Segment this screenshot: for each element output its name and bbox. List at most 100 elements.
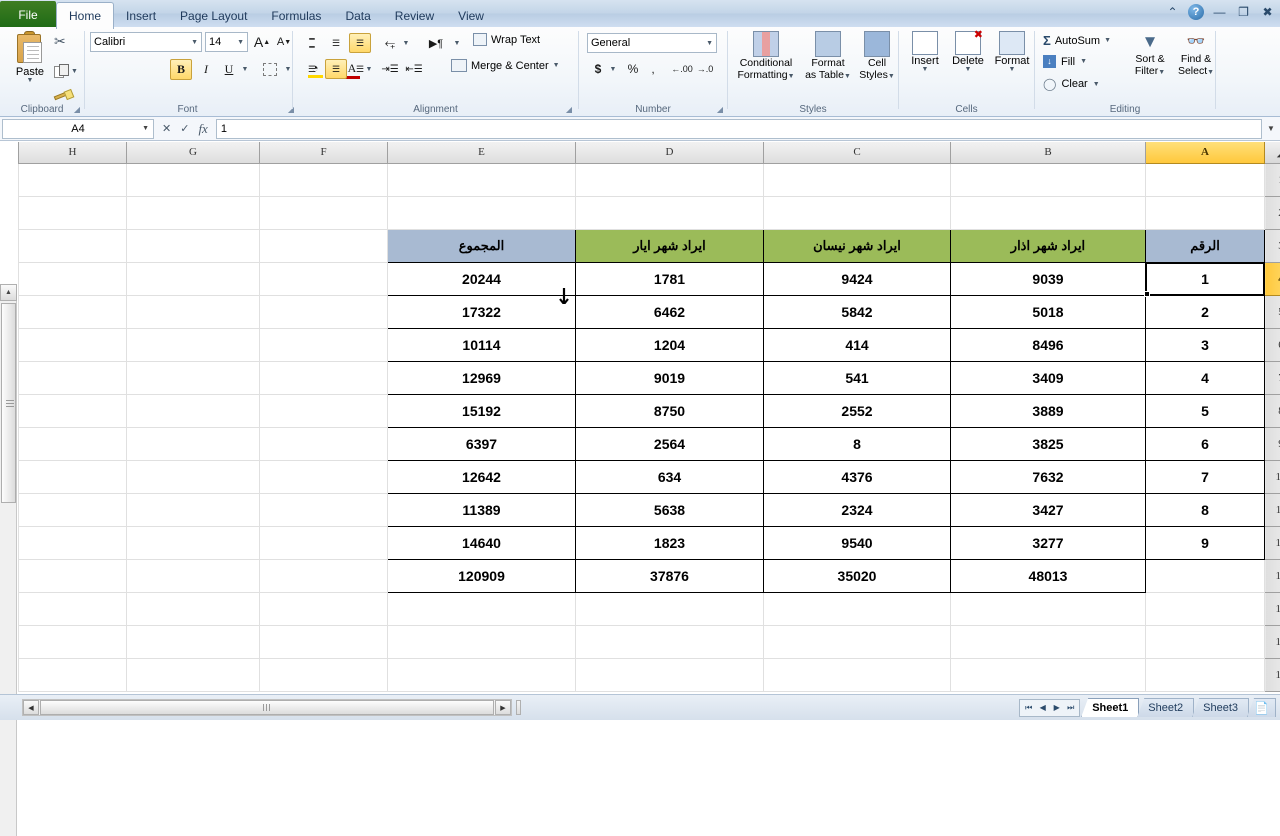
text-direction-button[interactable]: ▶¶ [423, 33, 449, 53]
font-size-input[interactable]: 14 ▼ [205, 32, 248, 52]
restore-icon[interactable]: ❐ [1235, 4, 1252, 20]
clear-button[interactable]: ◯ Clear ▼ [1043, 77, 1100, 91]
row-header-9[interactable]: 9 [1265, 427, 1280, 460]
cell-D3-may-header[interactable]: ايراد شهر ايار [576, 229, 764, 262]
cell-B6-march[interactable]: 8496 [951, 328, 1146, 361]
cell-E10-total[interactable]: 12642 [388, 460, 576, 493]
chevron-down-icon[interactable]: ▼ [905, 67, 945, 73]
chevron-down-icon[interactable]: ▼ [71, 68, 78, 75]
paste-button[interactable]: Paste ▼ [8, 31, 52, 84]
tab-view[interactable]: View [446, 4, 496, 28]
find-select-button[interactable]: 👓 Find & Select▼ [1173, 31, 1219, 79]
cell-E1[interactable] [388, 163, 576, 196]
accounting-format-button[interactable]: $ [589, 59, 607, 79]
cell-F14[interactable] [260, 592, 388, 625]
italic-button[interactable]: I [195, 59, 217, 80]
cell-H1[interactable] [19, 163, 127, 196]
row-header-13[interactable]: 13 [1265, 559, 1280, 592]
previous-sheet-icon[interactable]: ◀ [1036, 703, 1049, 712]
cell-E12-total[interactable]: 14640 [388, 526, 576, 559]
cell-D7-may[interactable]: 9019 [576, 361, 764, 394]
cell-D4-may[interactable]: 1781 [576, 262, 764, 295]
row-header-15[interactable]: 15 [1265, 625, 1280, 658]
cell-C15[interactable] [764, 625, 951, 658]
copy-button[interactable]: ▼ [54, 59, 88, 83]
cell-F7[interactable] [260, 361, 388, 394]
table-row-totals[interactable]: 120909 37876 35020 48013 13 [19, 559, 1280, 592]
cell-E15[interactable] [388, 625, 576, 658]
sheet-tab-sheet3[interactable]: Sheet3 [1192, 698, 1249, 717]
cell-C11-april[interactable]: 2324 [764, 493, 951, 526]
cell-styles-button[interactable]: Cell Styles▼ [856, 31, 898, 83]
vertical-scrollbar[interactable]: ▲ [0, 284, 17, 836]
cell-C5-april[interactable]: 5842 [764, 295, 951, 328]
column-header-b[interactable]: B [951, 142, 1146, 163]
cell-E9-total[interactable]: 6397 [388, 427, 576, 460]
increase-indent-button[interactable]: ⇤☰ [403, 59, 425, 79]
cell-H4[interactable] [19, 262, 127, 295]
cell-E14[interactable] [388, 592, 576, 625]
cell-F13[interactable] [260, 559, 388, 592]
cell-H3[interactable] [19, 229, 127, 262]
cell-B2[interactable] [951, 196, 1146, 229]
last-sheet-icon[interactable]: ⏭ [1064, 703, 1077, 713]
vertical-scroll-thumb[interactable] [1, 303, 16, 503]
row-header-5[interactable]: 5 [1265, 295, 1280, 328]
cell-H16[interactable] [19, 658, 127, 691]
grow-font-button[interactable]: A▲ [252, 32, 272, 52]
horizontal-scrollbar[interactable]: ◀ ▶ [22, 699, 512, 716]
row-3[interactable]: المجموع ايراد شهر ايار ايراد شهر نيسان ا… [19, 229, 1280, 262]
first-sheet-icon[interactable]: ⏮ [1022, 703, 1035, 713]
cell-H11[interactable] [19, 493, 127, 526]
column-header-c[interactable]: C [764, 142, 951, 163]
sheet-table[interactable]: H G F E D C B A ◢ 1 [18, 142, 1280, 692]
cell-B15[interactable] [951, 625, 1146, 658]
split-handle[interactable] [516, 700, 521, 715]
chevron-down-icon[interactable]: ▼ [142, 125, 149, 132]
chevron-down-icon[interactable]: ▼ [553, 62, 560, 69]
chevron-down-icon[interactable]: ▼ [706, 40, 713, 47]
row-header-1[interactable]: 1 [1265, 163, 1280, 196]
conditional-formatting-button[interactable]: Conditional Formatting▼ [732, 31, 800, 83]
chevron-down-icon[interactable]: ▼ [1080, 58, 1087, 65]
cell-B3-march-header[interactable]: ايراد شهر اذار [951, 229, 1146, 262]
percent-format-button[interactable]: % [623, 59, 643, 79]
cell-C16[interactable] [764, 658, 951, 691]
cell-G7[interactable] [127, 361, 260, 394]
cell-G4[interactable] [127, 262, 260, 295]
cell-A8-number[interactable]: 5 [1146, 394, 1265, 427]
row-header-11[interactable]: 11 [1265, 493, 1280, 526]
cell-F4[interactable] [260, 262, 388, 295]
align-middle-button[interactable]: ☰ [325, 33, 347, 53]
table-row[interactable]: 17322 6462 5842 5018 2 5 [19, 295, 1280, 328]
underline-dropdown[interactable]: ▼ [239, 59, 251, 80]
cell-H7[interactable] [19, 361, 127, 394]
row-header-10[interactable]: 10 [1265, 460, 1280, 493]
align-left-button[interactable]: ☰ [301, 59, 323, 79]
cell-E3-total-header[interactable]: المجموع [388, 229, 576, 262]
cell-H15[interactable] [19, 625, 127, 658]
column-header-g[interactable]: G [127, 142, 260, 163]
row-1[interactable]: 1 [19, 163, 1280, 196]
chevron-down-icon[interactable]: ▼ [8, 78, 52, 84]
cell-G12[interactable] [127, 526, 260, 559]
cell-G14[interactable] [127, 592, 260, 625]
row-header-7[interactable]: 7 [1265, 361, 1280, 394]
cell-B1[interactable] [951, 163, 1146, 196]
chevron-down-icon[interactable]: ▼ [947, 67, 989, 73]
row-2[interactable]: 2 [19, 196, 1280, 229]
cell-G10[interactable] [127, 460, 260, 493]
cell-A16[interactable] [1146, 658, 1265, 691]
number-format-select[interactable]: General ▼ [587, 33, 717, 53]
table-row[interactable]: 14640 1823 9540 3277 9 12 [19, 526, 1280, 559]
table-row[interactable]: 6397 2564 8 3825 6 9 [19, 427, 1280, 460]
cell-H10[interactable] [19, 460, 127, 493]
cell-D16[interactable] [576, 658, 764, 691]
insert-cells-button[interactable]: Insert ▼ [905, 31, 945, 73]
cell-D8-may[interactable]: 8750 [576, 394, 764, 427]
borders-button[interactable] [259, 59, 281, 80]
cell-H6[interactable] [19, 328, 127, 361]
cell-D2[interactable] [576, 196, 764, 229]
cell-E16[interactable] [388, 658, 576, 691]
chevron-down-icon[interactable]: ▼ [191, 39, 198, 46]
